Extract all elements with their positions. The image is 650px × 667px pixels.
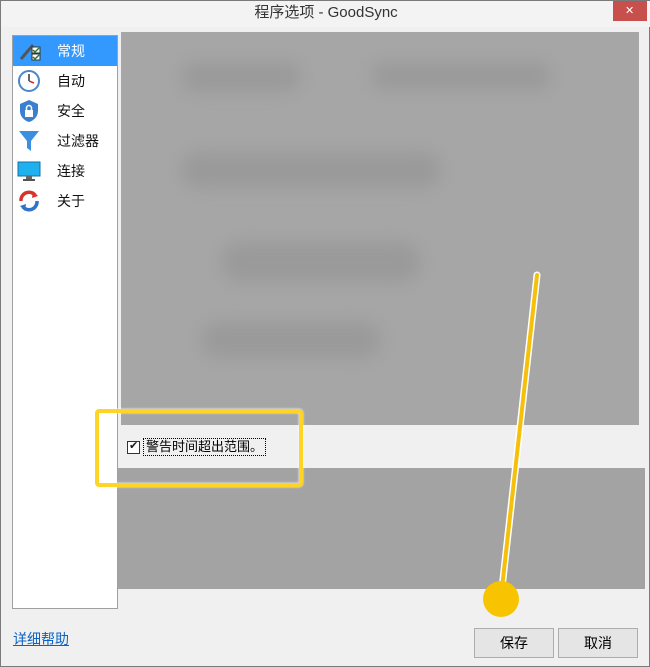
help-link[interactable]: 详细帮助 — [13, 629, 69, 649]
settings-panel-blurred — [121, 32, 639, 425]
sidebar-item-label: 连接 — [57, 163, 85, 179]
cancel-button[interactable]: 取消 — [558, 628, 638, 658]
sidebar-item-about[interactable]: 关于 — [13, 186, 117, 216]
sidebar-item-security[interactable]: 安全 — [13, 96, 117, 126]
funnel-icon — [17, 129, 43, 153]
save-button[interactable]: 保存 — [474, 628, 554, 658]
sidebar-item-auto[interactable]: 自动 — [13, 66, 117, 96]
clock-icon — [17, 69, 43, 93]
sidebar-item-label: 安全 — [57, 103, 85, 119]
highlight-annotation — [95, 409, 303, 487]
close-button[interactable] — [613, 1, 647, 21]
general-settings-icon — [17, 39, 43, 63]
sidebar-item-connection[interactable]: 连接 — [13, 156, 117, 186]
options-dialog: 程序选项 - GoodSync 常规 — [0, 0, 650, 667]
title-bar: 程序选项 - GoodSync — [1, 1, 650, 27]
sidebar-item-filters[interactable]: 过滤器 — [13, 126, 117, 156]
sidebar-item-label: 自动 — [57, 73, 85, 89]
monitor-icon — [17, 159, 43, 183]
sidebar-item-label: 关于 — [57, 193, 85, 209]
window-title: 程序选项 - GoodSync — [254, 4, 398, 21]
shield-lock-icon — [17, 99, 43, 123]
sidebar-item-label: 常规 — [57, 43, 85, 59]
sync-arrows-icon — [17, 189, 43, 213]
options-sidebar: 常规 自动 安全 过滤器 连接 关于 — [12, 35, 118, 609]
sidebar-item-general[interactable]: 常规 — [13, 36, 117, 66]
sidebar-item-label: 过滤器 — [57, 133, 99, 149]
